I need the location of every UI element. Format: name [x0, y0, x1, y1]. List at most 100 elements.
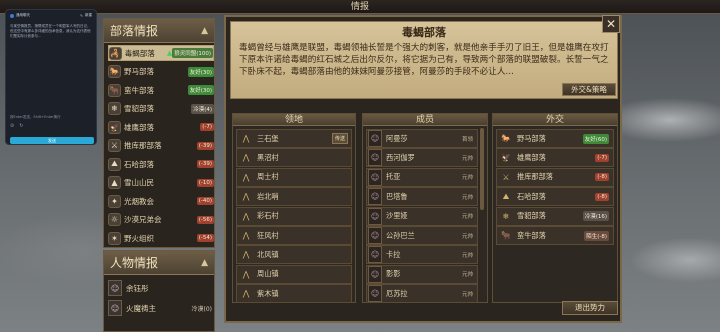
member-portrait-icon: ☺: [368, 227, 382, 244]
chevron-up-icon[interactable]: ▲: [201, 26, 208, 36]
territory-item[interactable]: ⋀ 黑沼村: [236, 148, 352, 168]
diplomacy-button[interactable]: 外交&策略: [562, 83, 616, 96]
rank-chevron-icon: ⋀: [242, 134, 250, 143]
faction-list-item[interactable]: ☼ 沙漠兄弟会 (-56): [108, 212, 214, 228]
person-list-item[interactable]: ☺ 火魔祷主 冷漠(0): [108, 299, 212, 317]
rank-chevron-icon: ⋀: [242, 172, 250, 182]
member-portrait-icon: ☺: [368, 265, 382, 283]
faction-name: 毒蝎部落: [124, 48, 155, 58]
territory-item[interactable]: ⋀ 紫木镇: [236, 284, 352, 304]
faction-name: 蛮牛部落: [124, 85, 154, 95]
territory-name: 彩石村: [257, 211, 279, 221]
territory-header: 领地: [233, 114, 355, 126]
window-title: 情报: [350, 2, 369, 12]
member-item[interactable]: ☺ 阿曼莎 首领: [366, 129, 478, 148]
faction-list-item[interactable]: 🦂 毒蝎部落 ▲ 狼灵同盟(100): [108, 45, 214, 61]
new-chat-icon[interactable]: ✎: [80, 14, 83, 18]
faction-list-item[interactable]: 🐂 蛮牛部落 友好(30): [108, 82, 214, 98]
relation-badge: (-10): [196, 178, 214, 187]
member-rank: 元帅: [461, 175, 473, 182]
faction-section-title: 部落情报: [110, 24, 159, 38]
faction-list-item[interactable]: 🐎 野马部落 友好(30): [108, 64, 214, 80]
faction-section-header[interactable]: 部落情报 ▲: [104, 19, 214, 43]
faction-name: 野火组织: [124, 233, 154, 243]
member-portrait-icon: ☺: [368, 246, 382, 264]
faction-list-item[interactable]: ▲ 雪山山民 (-10): [108, 175, 214, 191]
territory-item[interactable]: ⋀ 周士村: [236, 167, 352, 187]
territory-name: 黑沼村: [257, 152, 279, 162]
member-item[interactable]: ☺ 卡拉 元帅: [366, 245, 478, 265]
faction-list-item[interactable]: 🦅 雄鹰部落 (-7): [108, 119, 214, 135]
diplomacy-item[interactable]: ⛰ 石哈部落 (-8): [496, 187, 614, 207]
faction-list-item[interactable]: ❄ 雪貂部落 冷漠(4): [108, 101, 214, 117]
relation-badge: (-56): [196, 215, 214, 224]
territory-item[interactable]: ⋀ 狂风村: [236, 226, 352, 245]
member-item[interactable]: ☺ 影影 元帅: [366, 264, 478, 284]
person-relation-tag: 冷漠(0): [191, 305, 213, 313]
faction-title: 毒蝎部落: [402, 26, 446, 39]
diplomacy-item[interactable]: 🐎 野马部落 友好(60): [496, 129, 614, 148]
diplomacy-item[interactable]: 🐂 蛮牛部落 陌生(-8): [496, 226, 614, 245]
refresh-icon[interactable]: ↻: [19, 123, 23, 129]
rank-chevron-icon: ⋀: [242, 289, 250, 299]
faction-list-item[interactable]: ✦ 光烟教会 (-40): [108, 193, 214, 209]
rank-chevron-icon: ⋀: [242, 192, 250, 202]
faction-emblem-icon: 🐎: [501, 134, 511, 143]
relation-badge: (-54): [196, 234, 214, 242]
member-name: 托亚: [386, 172, 401, 182]
faction-emblem-icon: ☼: [108, 213, 121, 226]
rank-chevron-icon: ⋀: [242, 250, 250, 260]
person-portrait-icon: ☺: [108, 300, 122, 316]
territory-item[interactable]: ⋀ 彩石村: [236, 206, 352, 226]
send-button[interactable]: 发送: [10, 137, 94, 144]
member-item[interactable]: ☺ 西河伽罗 元帅: [366, 148, 478, 168]
member-rank: 元帅: [461, 155, 473, 162]
close-icon[interactable]: ✕: [602, 15, 620, 33]
person-portrait-icon: ☺: [108, 280, 122, 296]
diplomacy-item[interactable]: ⚔ 推库那部落 (-8): [496, 167, 614, 187]
faction-emblem-icon: ⚔: [108, 139, 121, 152]
faction-name: 推库那部落: [517, 172, 553, 182]
territory-item[interactable]: ⋀ 北风镇: [236, 245, 352, 265]
diplomacy-item[interactable]: ❄ 雪貂部落 冷漠(16): [496, 206, 614, 226]
member-name: 影影: [386, 269, 401, 279]
quit-faction-button[interactable]: 退出势力: [562, 301, 618, 315]
territory-item[interactable]: ⋀ 周山镇: [236, 264, 352, 284]
faction-list-item[interactable]: ✶ 野火组织 (-54): [108, 230, 214, 246]
person-list-item[interactable]: ☺ 余钰彤: [108, 279, 212, 297]
faction-emblem-icon: ❄: [108, 102, 121, 115]
territory-name: 周士村: [257, 172, 279, 182]
chat-channel-label[interactable]: 通用聊天: [16, 13, 30, 18]
member-item[interactable]: ☺ 公孙巴兰 元帅: [366, 226, 478, 245]
member-rank: 元帅: [461, 233, 473, 240]
members-scrollbar[interactable]: [480, 128, 484, 210]
new-chat-label[interactable]: 新建: [85, 13, 92, 18]
faction-list-item[interactable]: ⚔ 推库那部落 (-39): [108, 138, 214, 154]
faction-list-item[interactable]: ⛰ 石哈部落 (-39): [108, 156, 214, 172]
diplomacy-item[interactable]: 🦅 雄鹰部落 (-7): [496, 148, 614, 168]
relation-badge: (-39): [196, 141, 214, 150]
member-name: 阿曼莎: [386, 133, 408, 143]
chat-input-hint[interactable]: 按Enter发送，Shift+Enter换行: [10, 115, 61, 120]
faction-name: 推库那部落: [124, 141, 162, 150]
member-name: 厄苏拉: [386, 288, 408, 298]
territory-item[interactable]: ⋀ 三石堡 传送: [236, 129, 352, 148]
member-portrait-icon: ☺: [368, 188, 382, 206]
faction-name: 雪山山民: [124, 178, 154, 187]
faction-emblem-icon: ⚔: [502, 172, 510, 182]
faction-emblem-icon: 🦅: [108, 120, 121, 134]
chat-logo-icon: [10, 13, 14, 18]
person-section-header[interactable]: 人物情报 ▲: [104, 251, 214, 275]
territory-item[interactable]: ⋀ 岩北哨: [236, 187, 352, 207]
faction-description-card: 毒蝎部落 毒蝎曾经与雄鹰是联盟，毒蝎领袖长誓是个强大的刺客，就是他亲手手刃了旧王…: [230, 21, 618, 99]
member-name: 沙里娅: [386, 211, 408, 221]
member-item[interactable]: ☺ 沙里娅 元帅: [366, 206, 478, 226]
relation-badge: (-7): [200, 123, 214, 131]
chevron-up-icon[interactable]: ▲: [201, 258, 208, 268]
member-portrait-icon: ☺: [368, 168, 382, 186]
member-item[interactable]: ☺ 厄苏拉 元帅: [366, 284, 478, 304]
attach-icon[interactable]: ⊘: [10, 123, 14, 129]
member-item[interactable]: ☺ 巴塔鲁 元帅: [366, 187, 478, 207]
teleport-button[interactable]: 传送: [331, 133, 348, 144]
member-item[interactable]: ☺ 托亚 元帅: [366, 167, 478, 187]
